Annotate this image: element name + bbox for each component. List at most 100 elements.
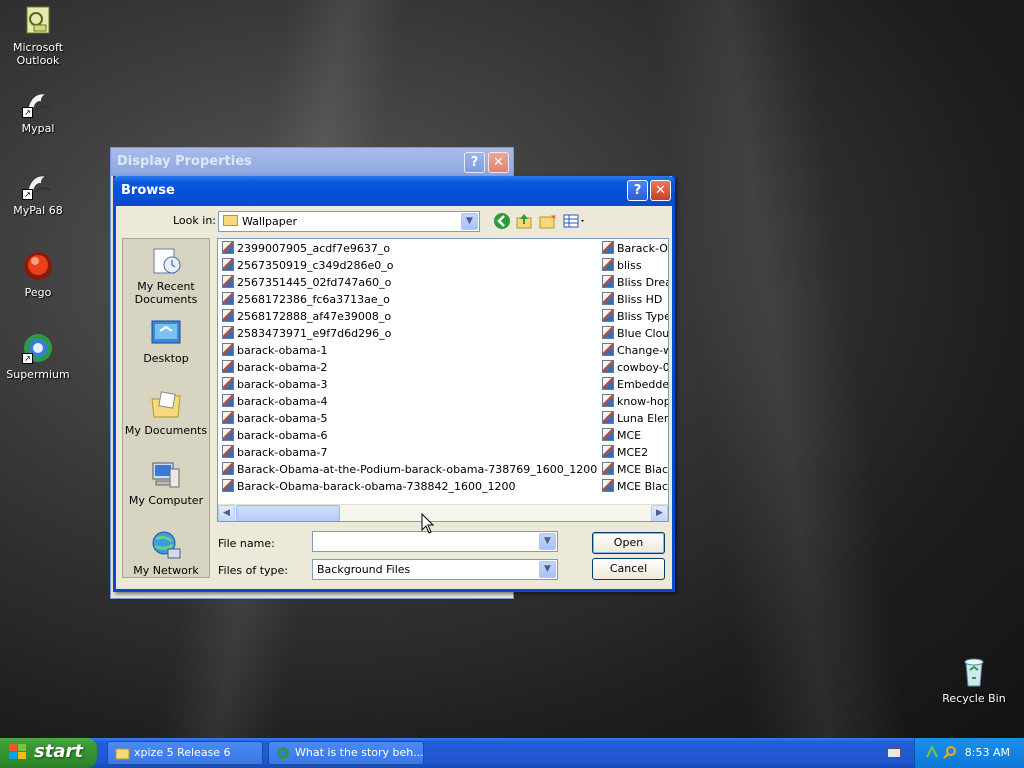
file-list-item[interactable]: 2567350919_c349d286e0_o (222, 257, 394, 274)
file-list-item[interactable]: barack-obama-4 (222, 393, 327, 410)
desktop-icon-label: Mypal (21, 122, 55, 135)
file-list-item[interactable]: 2567351445_02fd747a60_o (222, 274, 391, 291)
place-recent-documents[interactable]: My Recent Documents (123, 245, 209, 306)
chevron-down-icon[interactable]: ▼ (539, 561, 556, 578)
file-name: 2567351445_02fd747a60_o (237, 276, 392, 289)
file-list-item[interactable]: 2568172888_af47e39008_o (222, 308, 391, 325)
close-button[interactable]: ✕ (650, 180, 671, 201)
desktop-icon-outlook[interactable]: Microsoft Outlook (0, 5, 76, 67)
scrollbar-thumb[interactable] (236, 505, 340, 521)
desktop-icon-mypal68[interactable]: ↗ MyPal 68 (0, 168, 76, 217)
place-my-computer[interactable]: My Computer (123, 459, 209, 507)
image-file-icon (602, 343, 614, 356)
file-list-item[interactable]: 2568172386_fc6a3713ae_o (222, 291, 390, 308)
display-properties-titlebar[interactable]: Display Properties ? ✕ (111, 148, 513, 176)
window-title: Browse (121, 183, 175, 198)
scroll-left-icon[interactable]: ◀ (218, 505, 235, 521)
file-list-item[interactable]: MCE Black (602, 478, 669, 495)
file-list-item[interactable]: barack-obama-3 (222, 376, 327, 393)
file-name: barack-obama-7 (237, 446, 328, 459)
window-title: Display Properties (117, 154, 252, 169)
file-list-item[interactable]: barack-obama-1 (222, 342, 327, 359)
close-button[interactable]: ✕ (488, 152, 509, 173)
file-list-item[interactable]: cowboy-0 (602, 359, 668, 376)
my-network-icon (150, 529, 182, 561)
file-list-item[interactable]: Barack-Ob (602, 240, 668, 257)
file-list-item[interactable]: barack-obama-5 (222, 410, 327, 427)
file-list-item[interactable]: barack-obama-7 (222, 444, 327, 461)
search-icon[interactable] (943, 745, 957, 759)
file-list-item[interactable]: 2583473971_e9f7d6d296_o (222, 325, 391, 342)
file-name: barack-obama-5 (237, 412, 328, 425)
place-my-documents[interactable]: My Documents (123, 389, 209, 437)
file-list-item[interactable]: barack-obama-6 (222, 427, 327, 444)
chevron-down-icon[interactable]: ▼ (461, 213, 478, 230)
keyboard-icon[interactable] (887, 748, 901, 758)
clock[interactable]: 8:53 AM (965, 746, 1010, 759)
file-list-item[interactable]: 2399007905_acdf7e9637_o (222, 240, 390, 257)
file-name-field[interactable]: ▼ (312, 531, 558, 552)
file-list-item[interactable]: barack-obama-2 (222, 359, 327, 376)
image-file-icon (222, 445, 234, 458)
network-tray-icon[interactable] (925, 744, 939, 759)
file-name: Luna Elem (617, 412, 669, 425)
look-in-dropdown[interactable]: Wallpaper ▼ (218, 211, 480, 232)
file-list-item[interactable]: Change-w (602, 342, 668, 359)
file-list-item[interactable]: MCE (602, 427, 641, 444)
file-list-item[interactable]: Bliss HD (602, 291, 662, 308)
horizontal-scrollbar[interactable]: ◀ ▶ (218, 504, 668, 521)
browser-icon (276, 746, 291, 760)
file-name: barack-obama-4 (237, 395, 328, 408)
place-desktop[interactable]: Desktop (123, 317, 209, 365)
file-list-item[interactable]: Bliss Drear (602, 274, 668, 291)
image-file-icon (602, 411, 614, 424)
places-bar: My Recent Documents Desktop My Documents… (122, 238, 210, 578)
file-list[interactable]: 2399007905_acdf7e9637_o 2567350919_c349d2… (217, 238, 669, 522)
file-list-item[interactable]: Barack-Obama-barack-obama-738842_1600_12… (222, 478, 516, 495)
file-list-item[interactable]: bliss (602, 257, 642, 274)
file-list-item[interactable]: MCE2 (602, 444, 648, 461)
file-name-label: File name: (218, 537, 275, 550)
desktop-icon-pego[interactable]: Pego (0, 250, 76, 299)
help-button[interactable]: ? (464, 152, 485, 173)
image-file-icon (222, 343, 234, 356)
image-file-icon (602, 428, 614, 441)
place-my-network[interactable]: My Network (123, 529, 209, 577)
file-list-item[interactable]: Barack-Obama-at-the-Podium-barack-obama-… (222, 461, 597, 478)
file-list-item[interactable]: know-hop (602, 393, 668, 410)
image-file-icon (222, 462, 234, 475)
cancel-button[interactable]: Cancel (592, 558, 665, 580)
place-label: My Documents (124, 424, 208, 437)
start-button[interactable]: start (0, 738, 97, 768)
scroll-right-icon[interactable]: ▶ (651, 505, 668, 521)
desktop-icon-recycle-bin[interactable]: Recycle Bin (936, 656, 1012, 705)
look-in-label: Look in: (173, 214, 216, 227)
desktop-icon-mypal[interactable]: ↗ Mypal (0, 86, 76, 135)
taskbar-item-xpize[interactable]: xpize 5 Release 6 (107, 741, 263, 765)
file-name: Bliss Type (617, 310, 669, 323)
image-file-icon (602, 394, 614, 407)
file-list-item[interactable]: Blue Clouc (602, 325, 668, 342)
file-list-item[interactable]: Luna Elem (602, 410, 669, 427)
windows-logo-icon (9, 744, 29, 762)
browse-dialog[interactable]: Browse ? ✕ Look in: Wallpaper ▼ ✶ My Rec… (113, 176, 675, 592)
folder-icon (115, 746, 130, 760)
file-list-item[interactable]: MCE Black (602, 461, 668, 478)
file-name: Barack-Obama-barack-obama-738842_1600_12… (237, 480, 516, 493)
taskbar-item-browser[interactable]: What is the story beh... (268, 741, 424, 765)
files-of-type-dropdown[interactable]: Background Files ▼ (312, 559, 558, 580)
file-list-item[interactable]: Embeddec (602, 376, 668, 393)
desktop-icon-supermium[interactable]: ↗ Supermium (0, 332, 76, 381)
open-button[interactable]: Open (592, 532, 665, 554)
new-folder-icon[interactable]: ✶ (538, 212, 558, 232)
help-button[interactable]: ? (627, 180, 648, 201)
view-menu-icon[interactable] (562, 212, 588, 232)
files-of-type-label: Files of type: (218, 564, 289, 577)
file-name: MCE Black (617, 480, 669, 493)
chevron-down-icon[interactable]: ▼ (539, 533, 556, 550)
place-label: Desktop (143, 352, 189, 365)
file-list-item[interactable]: Bliss Type (602, 308, 669, 325)
up-folder-icon[interactable] (514, 212, 534, 232)
back-icon[interactable] (492, 212, 512, 232)
browse-titlebar[interactable]: Browse ? ✕ (113, 176, 675, 206)
